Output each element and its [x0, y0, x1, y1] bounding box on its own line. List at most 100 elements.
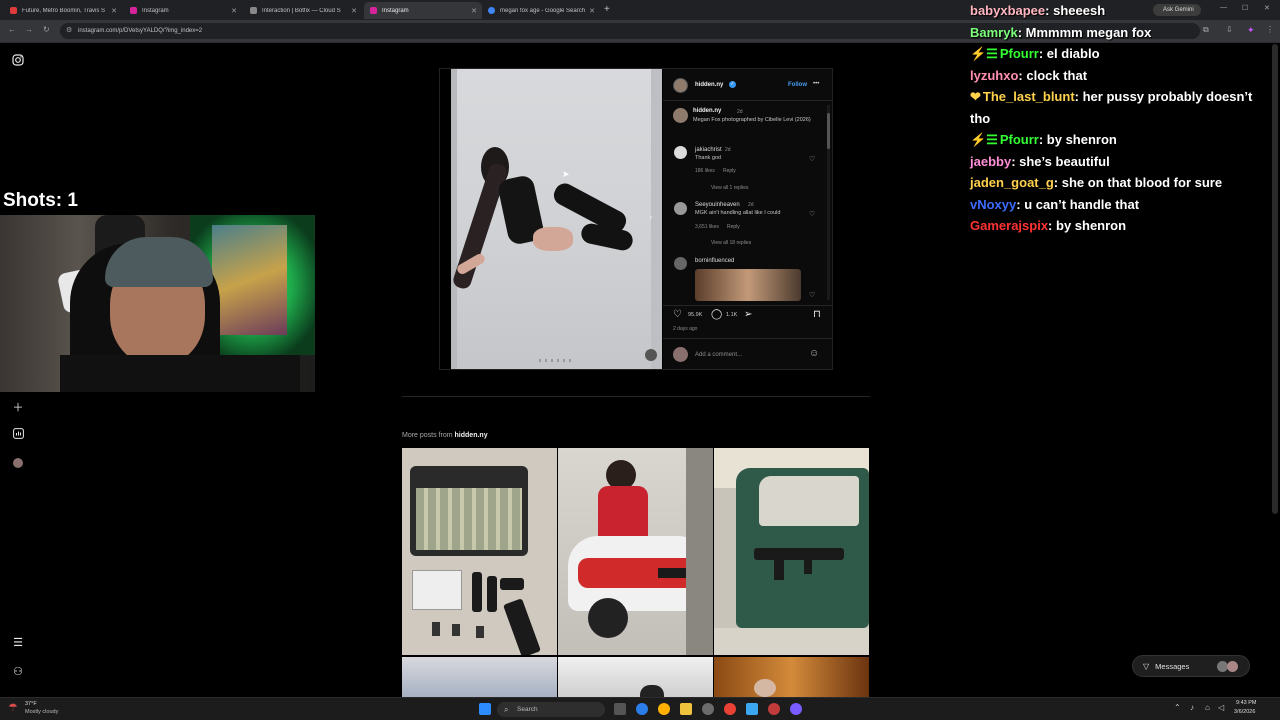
chat-username[interactable]: lyzuhxo	[970, 68, 1018, 83]
discord-icon[interactable]	[790, 703, 802, 715]
chat-username[interactable]: Pfourr	[1000, 46, 1039, 61]
app-icon[interactable]	[746, 703, 758, 715]
comment-count[interactable]: 1.1K	[726, 312, 737, 318]
instagram-icon[interactable]	[10, 54, 26, 70]
comment-likes[interactable]: 3,651 likes	[695, 224, 719, 230]
obs-icon[interactable]	[768, 703, 780, 715]
clock-time[interactable]: 9:43 PM	[1236, 700, 1256, 706]
comment-gif-image[interactable]	[695, 269, 801, 301]
tab-1[interactable]: Future, Metro Boomin, Travis S ✕	[4, 2, 122, 19]
cursor-icon: ➤	[562, 169, 570, 179]
tab-5[interactable]: megan fox age - Google Search ✕	[482, 2, 600, 19]
comment-like-heart-icon[interactable]: ♡	[809, 155, 815, 163]
comment-like-heart-icon[interactable]: ♡	[809, 291, 815, 299]
comment-username[interactable]: Seeyouinheaven	[695, 202, 740, 208]
post-photo[interactable]: ‹ › ➤	[451, 69, 662, 369]
reload-icon[interactable]: ↻	[43, 25, 50, 34]
plus-icon[interactable]: ＋	[10, 399, 26, 415]
share-icon[interactable]: ➢	[744, 309, 752, 320]
grid-post-4[interactable]	[402, 657, 557, 697]
page-scrollbar[interactable]	[1272, 44, 1278, 514]
forward-icon[interactable]: →	[25, 25, 33, 34]
chat-username[interactable]: Pfourr	[1000, 132, 1039, 147]
tray-chevron-icon[interactable]: ⌃	[1174, 703, 1181, 712]
chat-username[interactable]: jaden_goat_g	[970, 175, 1054, 190]
weather-desc[interactable]: Mostly cloudy	[25, 709, 58, 715]
close-icon[interactable]: ✕	[471, 7, 477, 15]
caption-avatar[interactable]	[673, 108, 688, 123]
comments-scrollbar[interactable]	[827, 113, 830, 149]
tab-3[interactable]: Interaction | Botfix — Cloud S ✕	[244, 2, 362, 19]
chat-colon: :	[1038, 132, 1047, 147]
grid-post-6[interactable]	[714, 657, 869, 697]
author-avatar[interactable]	[673, 78, 688, 93]
more-posts-username[interactable]: hidden.ny	[455, 432, 488, 439]
chat-username[interactable]: babyxbapee	[970, 3, 1045, 18]
view-replies[interactable]: View all 18 replies	[711, 240, 751, 246]
clock-date[interactable]: 3/6/2026	[1234, 709, 1255, 715]
grid-post-1[interactable]	[402, 448, 557, 655]
comment-avatar[interactable]	[674, 202, 687, 215]
tag-icon[interactable]	[645, 349, 657, 361]
chat-username[interactable]: jaebby	[970, 154, 1011, 169]
stats-icon[interactable]	[10, 428, 26, 444]
emoji-icon[interactable]: ☺	[809, 348, 819, 359]
file-explorer-icon[interactable]	[680, 703, 692, 715]
meta-apps-icon[interactable]: ⚇	[10, 665, 26, 681]
bookmark-icon[interactable]: ⊓	[813, 309, 821, 320]
tab-4-active[interactable]: Instagram ✕	[364, 2, 482, 19]
close-icon[interactable]: ✕	[111, 7, 117, 15]
taskbar-search[interactable]: ⌕ Search	[497, 702, 605, 717]
chat-username[interactable]: Gamerajspix	[970, 218, 1048, 233]
settings-icon[interactable]	[702, 703, 714, 715]
comment-reply[interactable]: Reply	[723, 168, 736, 174]
chrome-canary-icon[interactable]	[658, 703, 670, 715]
close-icon[interactable]: ✕	[351, 7, 357, 15]
author-username[interactable]: hidden.ny	[695, 82, 723, 88]
mic-icon[interactable]: ♪	[1190, 703, 1194, 712]
comment-username[interactable]: jakiachrist	[695, 147, 722, 153]
task-view-icon[interactable]	[614, 703, 626, 715]
weather-icon: ☂	[8, 702, 18, 714]
instagram-favicon-icon	[130, 7, 137, 14]
grid-post-3[interactable]	[714, 448, 869, 655]
back-icon[interactable]: ←	[8, 25, 16, 34]
close-icon[interactable]: ✕	[231, 7, 237, 15]
next-photo-icon[interactable]: ›	[649, 212, 652, 223]
comment-likes[interactable]: 186 likes	[695, 168, 715, 174]
follow-button[interactable]: Follow	[788, 82, 807, 88]
windows-start-icon[interactable]	[479, 703, 491, 715]
chrome-icon[interactable]	[724, 703, 736, 715]
volume-icon[interactable]: ◁	[1218, 703, 1224, 712]
edge-icon[interactable]	[636, 703, 648, 715]
comment-avatar[interactable]	[674, 257, 687, 270]
more-options-icon[interactable]: •••	[813, 81, 819, 87]
comment-reply[interactable]: Reply	[727, 224, 740, 230]
weather-temp[interactable]: 37°F	[25, 701, 37, 707]
new-tab-button[interactable]: +	[604, 4, 610, 15]
comment-avatar[interactable]	[674, 146, 687, 159]
grid-post-5[interactable]	[558, 657, 713, 697]
tab-title: megan fox age - Google Search	[500, 7, 586, 14]
heart-icon[interactable]: ♡	[673, 309, 682, 320]
comment-username[interactable]: borninfluenced	[695, 258, 734, 264]
tab-2[interactable]: Instagram ✕	[124, 2, 242, 19]
chat-username[interactable]: The_last_blunt	[983, 89, 1075, 104]
site-info-icon[interactable]: ⚙	[66, 23, 72, 39]
close-icon[interactable]: ✕	[589, 7, 595, 15]
like-count[interactable]: 95.9K	[688, 312, 702, 318]
add-comment-input[interactable]: Add a comment...	[695, 352, 742, 358]
comment-icon[interactable]: ◯	[711, 309, 722, 320]
chat-colon: :	[1011, 153, 1020, 169]
comment-like-heart-icon[interactable]: ♡	[809, 210, 815, 218]
view-replies[interactable]: View all 1 replies	[711, 185, 748, 191]
profile-avatar[interactable]	[10, 456, 26, 472]
network-icon[interactable]: ⌂	[1205, 703, 1210, 712]
chat-username[interactable]: vNoxyy	[970, 197, 1016, 212]
chat-username[interactable]: Bamryk	[970, 25, 1018, 40]
messages-button[interactable]: ▽ Messages	[1132, 655, 1250, 677]
menu-icon[interactable]: ☰	[10, 636, 26, 652]
caption-username[interactable]: hidden.ny	[693, 108, 721, 114]
comment-text: Thank god	[695, 155, 721, 161]
grid-post-2[interactable]	[558, 448, 713, 655]
